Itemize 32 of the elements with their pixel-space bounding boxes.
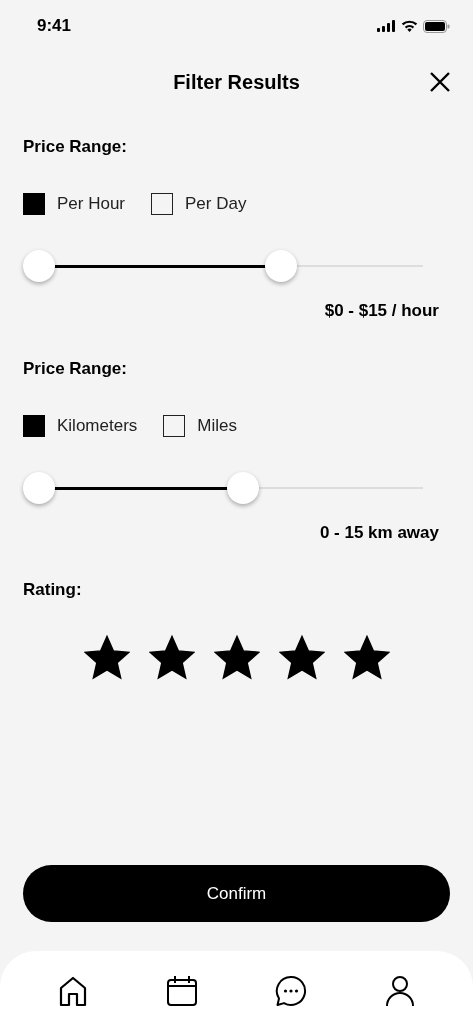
section-label: Price Range: — [23, 359, 128, 379]
profile-icon[interactable] — [383, 975, 416, 1007]
checkbox-option[interactable]: Miles — [163, 415, 237, 437]
checkbox-option[interactable]: Kilometers — [23, 415, 138, 437]
checkbox[interactable] — [151, 193, 174, 215]
signal-icon — [377, 20, 396, 32]
star-icon[interactable] — [343, 635, 390, 681]
chat-icon[interactable] — [274, 975, 307, 1007]
star-icon[interactable] — [278, 635, 325, 681]
rating-label: Rating: — [23, 580, 83, 600]
screen-title: Filter Results — [173, 70, 300, 94]
slider-thumb[interactable] — [23, 250, 55, 282]
section-label: Price Range: — [23, 137, 128, 157]
slider-thumb[interactable] — [264, 250, 297, 282]
checkbox-option[interactable]: Per Day — [151, 193, 247, 215]
calendar-icon[interactable] — [166, 975, 199, 1007]
checkbox[interactable] — [23, 415, 45, 437]
star-icon[interactable] — [83, 635, 130, 681]
star-icon[interactable] — [213, 635, 260, 681]
range-reading: 0 - 15 km away — [318, 523, 439, 543]
checkbox-option[interactable]: Per Hour — [23, 193, 126, 215]
wifi-icon — [401, 20, 418, 32]
battery-icon — [423, 19, 450, 33]
range-reading: $0 - $15 / hour — [323, 301, 439, 321]
confirm-button[interactable]: Confirm — [23, 865, 450, 922]
checkbox[interactable] — [163, 415, 186, 437]
checkbox[interactable] — [23, 193, 45, 215]
status-time: 9:41 — [37, 16, 72, 36]
close-button[interactable] — [429, 71, 451, 93]
slider-thumb[interactable] — [226, 472, 259, 504]
slider-thumb[interactable] — [23, 472, 55, 504]
star-icon[interactable] — [148, 635, 195, 681]
